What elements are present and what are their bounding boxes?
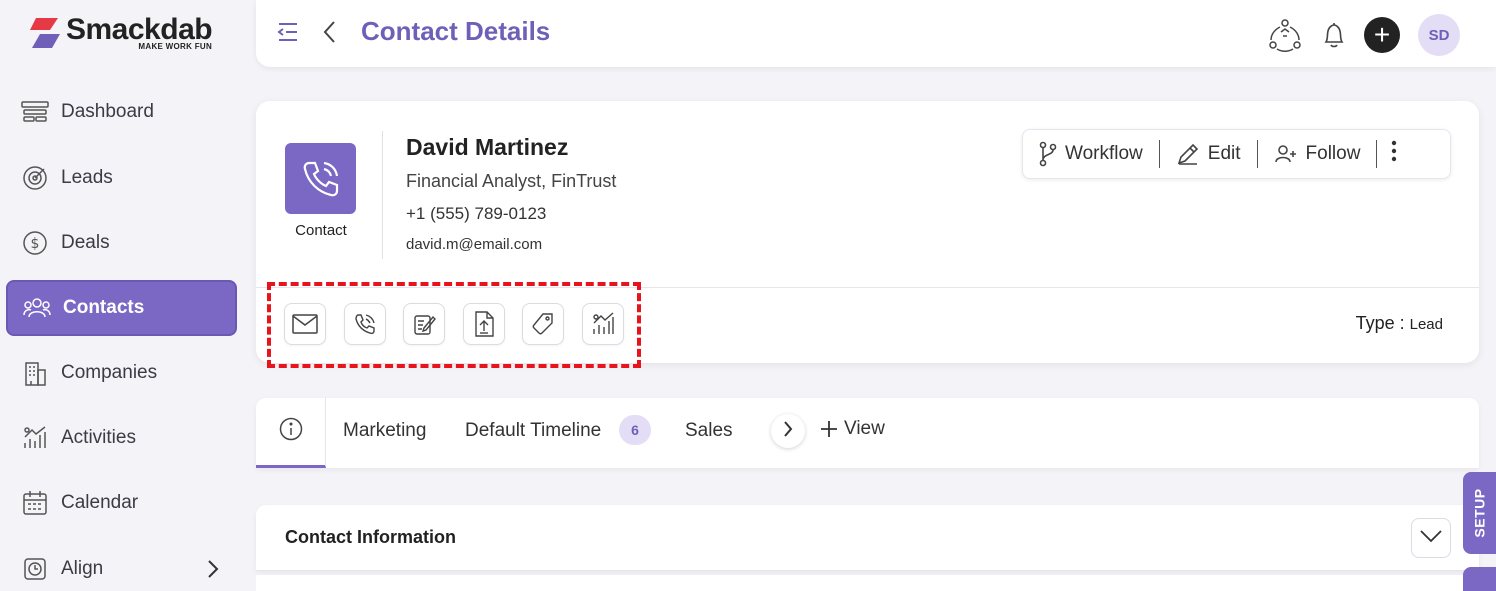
- sidebar-item-label: Dashboard: [61, 101, 154, 122]
- type-value: Lead: [1409, 316, 1443, 333]
- section-title: Contact Information: [285, 527, 456, 547]
- clock-icon: [21, 555, 49, 583]
- side-tab[interactable]: [1463, 567, 1496, 591]
- highlight-box: [267, 282, 641, 368]
- svg-text:$: $: [31, 236, 40, 252]
- dashboard-icon: [21, 98, 49, 126]
- people-icon: [23, 294, 51, 322]
- tab-info[interactable]: [256, 398, 326, 468]
- sidebar-item-align[interactable]: Align: [6, 541, 237, 591]
- contact-type: Type : Lead: [1356, 313, 1443, 334]
- notification-bell-icon[interactable]: [1322, 21, 1346, 49]
- top-header: Contact Details + SD: [256, 0, 1496, 67]
- smackdab-logo-icon: [28, 14, 62, 52]
- tab-sales[interactable]: Sales: [685, 420, 733, 442]
- section-toggle-button[interactable]: [1411, 518, 1451, 558]
- follow-label: Follow: [1305, 143, 1361, 164]
- contact-phone-icon: [285, 143, 356, 214]
- target-icon: [21, 164, 49, 192]
- brand-logo[interactable]: Smackdab MAKE WORK FUN: [28, 12, 213, 54]
- building-icon: [21, 359, 49, 387]
- contact-email[interactable]: david.m@email.com: [406, 236, 542, 253]
- contact-type-label: Contact: [295, 222, 347, 239]
- sidebar-item-deals[interactable]: $ Deals: [6, 215, 237, 271]
- setup-label: SETUP: [1471, 488, 1488, 538]
- user-avatar[interactable]: SD: [1418, 14, 1460, 56]
- sidebar-item-companies[interactable]: Companies: [6, 345, 237, 401]
- contact-name: David Martinez: [406, 134, 569, 160]
- timeline-count-badge: 6: [619, 415, 651, 445]
- chevron-right-icon[interactable]: [207, 559, 219, 585]
- sidebar-item-label: Contacts: [63, 297, 145, 318]
- activity-chart-icon: [21, 424, 49, 452]
- more-options-button[interactable]: [1377, 140, 1409, 168]
- follow-button[interactable]: Follow: [1258, 140, 1378, 168]
- contact-information-section: Contact Information: [256, 505, 1479, 571]
- team-network-icon[interactable]: [1266, 16, 1304, 54]
- sidebar-item-leads[interactable]: Leads: [6, 150, 237, 206]
- next-section: [256, 575, 1479, 591]
- back-arrow-icon[interactable]: [322, 19, 338, 50]
- add-person-icon: [1274, 143, 1298, 165]
- sidebar-item-label: Deals: [61, 232, 110, 253]
- view-label: View: [844, 418, 885, 439]
- contact-role: Financial Analyst, FinTrust: [406, 171, 617, 191]
- sidebar: Smackdab MAKE WORK FUN Dashboard Leads $…: [0, 0, 244, 591]
- sidebar-item-contacts[interactable]: Contacts: [6, 280, 237, 336]
- type-label: Type :: [1355, 313, 1405, 333]
- plus-icon: [820, 420, 838, 438]
- tabs-next-button[interactable]: [771, 414, 805, 448]
- divider: [382, 131, 383, 259]
- edit-button[interactable]: Edit: [1160, 140, 1258, 168]
- sidebar-item-label: Align: [61, 558, 104, 579]
- contact-actions-bar: Workflow Edit Follow: [1022, 129, 1451, 179]
- collapse-menu-icon[interactable]: [276, 20, 300, 49]
- brand-name: Smackdab: [66, 13, 213, 46]
- contact-phone[interactable]: +1 (555) 789-0123: [406, 204, 546, 224]
- chevron-down-icon: [1419, 529, 1443, 548]
- add-view-button[interactable]: View: [820, 418, 885, 440]
- detail-tabs: Marketing Default Timeline 6 Sales View: [256, 398, 1479, 468]
- dollar-icon: $: [21, 229, 49, 257]
- sidebar-item-calendar[interactable]: Calendar: [6, 475, 237, 531]
- chevron-right-icon: [783, 420, 793, 443]
- workflow-label: Workflow: [1065, 143, 1143, 164]
- tab-default-timeline[interactable]: Default Timeline: [465, 420, 601, 442]
- sidebar-item-label: Companies: [61, 362, 158, 383]
- tab-marketing[interactable]: Marketing: [343, 420, 426, 442]
- page-title: Contact Details: [361, 16, 551, 46]
- more-vertical-icon: [1391, 140, 1397, 168]
- calendar-icon: [21, 489, 49, 517]
- sidebar-item-label: Activities: [61, 427, 136, 448]
- info-icon: [279, 417, 303, 446]
- sidebar-item-label: Leads: [61, 167, 113, 188]
- edit-label: Edit: [1207, 143, 1241, 164]
- sidebar-item-label: Calendar: [61, 492, 139, 513]
- sidebar-item-dashboard[interactable]: Dashboard: [6, 84, 237, 140]
- pencil-icon: [1176, 142, 1200, 166]
- setup-tab[interactable]: SETUP: [1463, 472, 1496, 554]
- workflow-button[interactable]: Workflow: [1023, 140, 1160, 168]
- workflow-branch-icon: [1039, 141, 1057, 167]
- add-new-icon[interactable]: +: [1364, 17, 1400, 53]
- sidebar-item-activities[interactable]: Activities: [6, 410, 237, 466]
